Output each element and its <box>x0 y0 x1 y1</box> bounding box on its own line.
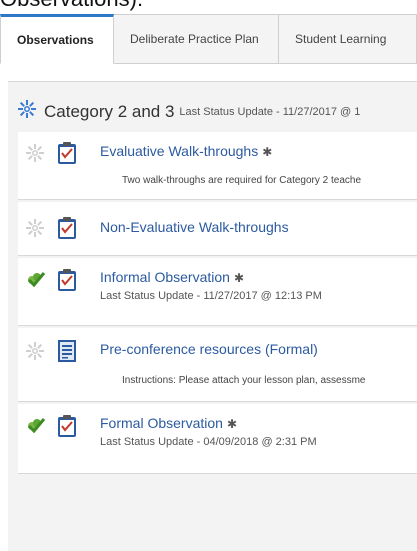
complete-check-icon <box>26 271 46 294</box>
clipboard-icon <box>57 268 77 297</box>
clipboard-icon <box>57 216 77 245</box>
complete-check-icon <box>26 417 46 440</box>
observations-panel: Category 2 and 3 Last Status Update - 11… <box>8 81 417 551</box>
pending-gear-icon <box>26 219 44 242</box>
tab-deliberate-practice-plan[interactable]: Deliberate Practice Plan <box>114 14 279 64</box>
item-title-evaluative-walk-throughs[interactable]: Evaluative Walk-throughs ✱ <box>100 143 272 159</box>
item-title-non-evaluative-walk-throughs[interactable]: Non-Evaluative Walk-throughs <box>100 219 289 235</box>
category-title: Category 2 and 3 <box>44 101 175 121</box>
clipboard-icon <box>57 414 77 443</box>
list-item: Non-Evaluative Walk-throughs <box>18 202 417 256</box>
tab-student-learning[interactable]: Student Learning <box>279 14 417 64</box>
list-item: Informal Observation ✱ Last Status Update… <box>18 258 417 326</box>
item-description: Instructions: Please attach your lesson … <box>122 375 366 386</box>
item-description: Two walk-throughs are required for Categ… <box>122 175 362 186</box>
item-status-update: Last Status Update - 11/27/2017 @ 12:13 … <box>100 290 322 302</box>
required-asterisk: ✱ <box>233 271 245 285</box>
item-list: Evaluative Walk-throughs ✱ Two walk-throu… <box>18 132 417 474</box>
item-status-update: Last Status Update - 04/09/2018 @ 2:31 P… <box>100 436 317 448</box>
item-title-pre-conference-resources[interactable]: Pre-conference resources (Formal) <box>100 341 318 357</box>
required-asterisk: ✱ <box>262 145 273 159</box>
item-title-informal-observation[interactable]: Informal Observation ✱ <box>100 269 244 285</box>
clipboard-icon <box>57 141 77 170</box>
required-asterisk: ✱ <box>226 417 237 431</box>
category-status: Last Status Update - 11/27/2017 @ 1 <box>179 105 361 118</box>
item-title-formal-observation[interactable]: Formal Observation ✱ <box>100 415 237 431</box>
pending-gear-icon <box>26 342 44 365</box>
list-item: Formal Observation ✱ Last Status Update -… <box>18 404 417 474</box>
category-header[interactable]: Category 2 and 3 Last Status Update - 11… <box>18 100 360 123</box>
tab-bar: Observations Deliberate Practice Plan St… <box>0 14 417 64</box>
gear-icon <box>18 100 36 123</box>
pending-gear-icon <box>26 144 44 167</box>
tab-observations[interactable]: Observations <box>0 14 114 64</box>
list-item: Pre-conference resources (Formal) Instru… <box>18 328 417 402</box>
list-item: Evaluative Walk-throughs ✱ Two walk-throu… <box>18 132 417 200</box>
document-icon <box>57 339 77 368</box>
page-heading-fragment: Observations): <box>0 0 143 11</box>
